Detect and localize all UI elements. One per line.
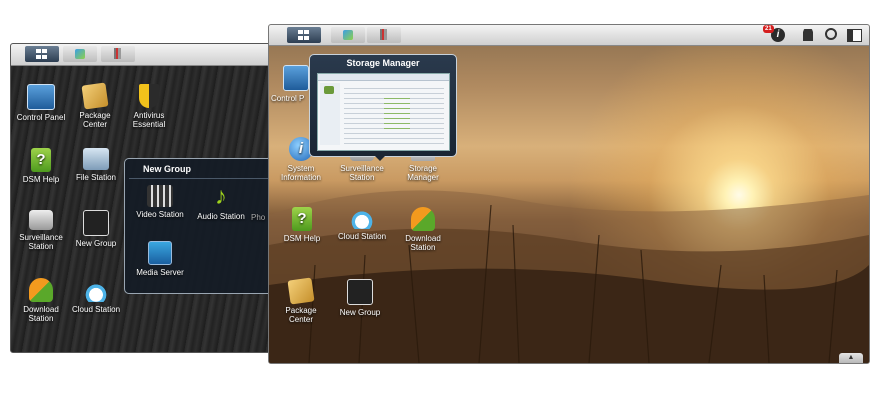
icon-label: System Information <box>280 164 322 182</box>
package-center-icon <box>287 277 315 305</box>
window-switch-icon[interactable] <box>847 29 862 42</box>
icon-label: Package Center <box>79 111 111 129</box>
download-icon <box>29 278 53 302</box>
desktop-icon-control-panel[interactable]: Control Panel <box>15 84 67 122</box>
icon-label: DSM Help <box>283 234 321 243</box>
icon-label: Cloud Station <box>337 232 387 241</box>
desktop-icon-cloud-station[interactable]: Cloud Station <box>69 284 123 314</box>
search-icon[interactable] <box>825 28 837 40</box>
new-group-popup: New Group Video Station ♪ Audio Station … <box>124 158 286 294</box>
icon-label: Antivirus Essential <box>132 111 166 129</box>
desktop-icon-antivirus[interactable]: Antivirus Essential <box>127 84 171 129</box>
icon-label: File Station <box>75 173 117 182</box>
antivirus-icon <box>139 84 159 108</box>
icon-label: Audio Station <box>197 212 245 221</box>
back-taskbar <box>11 44 279 66</box>
desktop-icon-dsm-help[interactable]: ? DSM Help <box>15 148 67 184</box>
package-icon <box>75 49 85 59</box>
icon-label: Storage Manager <box>407 164 439 182</box>
divider <box>129 178 281 179</box>
popup-title: New Group <box>143 164 192 174</box>
control-panel-icon <box>283 65 309 91</box>
help-icon: ? <box>31 148 51 172</box>
main-menu-button[interactable] <box>25 46 59 62</box>
package-icon <box>343 30 353 40</box>
pencil-icon <box>380 29 387 40</box>
icon-label: Surveillance Station <box>19 233 63 251</box>
desktop-icon-new-group[interactable]: New Group <box>71 210 121 248</box>
thumbnail-title: Storage Manager <box>346 58 420 68</box>
icon-label: Pho <box>251 213 266 222</box>
icon-label: Cloud Station <box>71 305 121 314</box>
download-icon <box>411 207 435 231</box>
icon-label: DSM Help <box>22 175 60 184</box>
thumbnail-pointer <box>374 155 386 161</box>
icon-label: New Group <box>339 308 381 317</box>
user-icon[interactable] <box>803 29 813 41</box>
group-icon <box>83 210 109 236</box>
group-item-audio-station[interactable]: ♪ Audio Station <box>193 183 249 222</box>
pencil-icon <box>114 48 121 59</box>
icon-label: New Group <box>75 239 117 248</box>
cloud-icon <box>83 284 109 302</box>
desktop-icon-download-station[interactable]: Download Station <box>395 207 451 252</box>
front-taskbar: i 21 <box>269 25 869 46</box>
icon-label: Download Station <box>405 234 441 252</box>
media-server-icon <box>148 241 172 265</box>
desktop-icon-dsm-help[interactable]: ? DSM Help <box>277 207 327 243</box>
desktop-icon-cloud-station[interactable]: Cloud Station <box>333 211 391 241</box>
main-menu-button[interactable] <box>287 27 321 43</box>
desktop-icon-package-center[interactable]: Package Center <box>75 82 115 129</box>
package-center-icon <box>81 82 109 110</box>
group-icon <box>347 279 373 305</box>
taskbar-storage-manager-button[interactable] <box>367 27 401 43</box>
icon-label: Video Station <box>136 210 184 219</box>
taskbar-app-button[interactable] <box>331 27 365 43</box>
desktop-icon-download-station[interactable]: Download Station <box>15 278 67 323</box>
cloud-icon <box>349 211 375 229</box>
help-icon: ? <box>292 207 312 231</box>
file-station-icon <box>83 148 109 170</box>
group-item-media-server[interactable]: Media Server <box>131 241 189 277</box>
scroll-up-button[interactable]: ▲ <box>839 353 863 363</box>
chevron-up-icon: ▲ <box>847 354 855 361</box>
video-station-icon <box>147 185 173 207</box>
icon-label: Media Server <box>136 268 184 277</box>
storage-manager-thumbnail[interactable]: Storage Manager <box>309 54 457 157</box>
audio-station-icon: ♪ <box>215 183 227 210</box>
desktop-icon-surveillance[interactable]: Surveillance Station <box>13 210 69 251</box>
taskbar-app-button[interactable] <box>63 46 97 62</box>
desktop-icon-file-station[interactable]: File Station <box>73 148 119 182</box>
group-item-video-station[interactable]: Video Station <box>131 185 189 219</box>
icon-label: Download Station <box>23 305 59 323</box>
icon-label: Control Panel <box>16 113 66 122</box>
desktop-icon-package-center[interactable]: Package Center <box>275 277 327 324</box>
notification-badge: 21 <box>763 25 774 33</box>
taskbar-app-button[interactable] <box>101 46 135 62</box>
notification-button[interactable]: i 21 <box>763 25 785 42</box>
desktop-icon-new-group[interactable]: New Group <box>335 279 385 317</box>
control-panel-icon <box>27 84 55 110</box>
info-icon: i <box>776 29 780 40</box>
surveillance-icon <box>29 210 53 230</box>
window-preview <box>317 73 450 151</box>
icon-label: Surveillance Station <box>340 164 384 182</box>
icon-label: Control P <box>271 94 305 103</box>
icon-label: Package Center <box>285 306 317 324</box>
